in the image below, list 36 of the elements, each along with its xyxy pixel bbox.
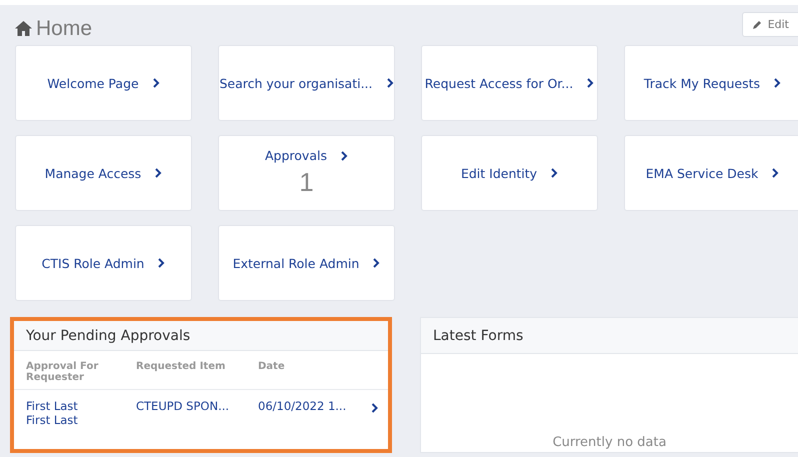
chevron-icon [386, 78, 394, 88]
requester-name: First Last [26, 399, 78, 413]
navigation-tile[interactable]: Edit Identity [421, 135, 598, 211]
navigation-tile[interactable]: CTIS Role Admin [15, 225, 192, 301]
empty-message: Currently no data [552, 435, 666, 450]
chevron-icon [587, 78, 594, 88]
navigation-tile[interactable]: Request Access for Or... [421, 45, 598, 121]
chevron-icon [340, 150, 348, 160]
edit-button[interactable]: Edit [742, 12, 798, 37]
navigation-tile[interactable]: Manage Access [15, 135, 192, 211]
table-cell: 06/10/2022 1... [258, 399, 346, 413]
column-header: Approval For Requester [26, 361, 98, 383]
navigation-tile[interactable]: Search your organisati... [218, 45, 395, 121]
navigation-tile[interactable]: Welcome Page [15, 45, 192, 121]
chevron-icon [551, 168, 558, 178]
chevron-icon [373, 258, 380, 268]
chevron-icon [774, 78, 782, 88]
navigation-tile[interactable]: EMA Service Desk [624, 135, 798, 211]
navigation-tile[interactable]: External Role Admin [218, 225, 395, 301]
column-header: Date [258, 361, 285, 372]
table-cell: CTEUPD SPON... [136, 399, 230, 413]
page-title: Home [36, 16, 92, 40]
panel-title: Your Pending Approvals [14, 321, 388, 351]
chevron-icon [772, 168, 780, 178]
requester-name: First Last [26, 413, 78, 427]
column-header: Requested Item [136, 361, 226, 372]
navigation-tile[interactable]: Track My Requests [624, 45, 798, 121]
chevron-icon [158, 258, 166, 268]
count-number: 1 [299, 167, 314, 198]
chevron-icon [370, 403, 379, 413]
chevron-icon [152, 78, 160, 88]
pencil-icon [752, 20, 762, 29]
house-icon [15, 21, 32, 36]
panel-title: Latest Forms [421, 318, 798, 354]
chevron-icon [155, 168, 162, 178]
navigation-tile[interactable]: Approvals 1 [218, 135, 395, 211]
